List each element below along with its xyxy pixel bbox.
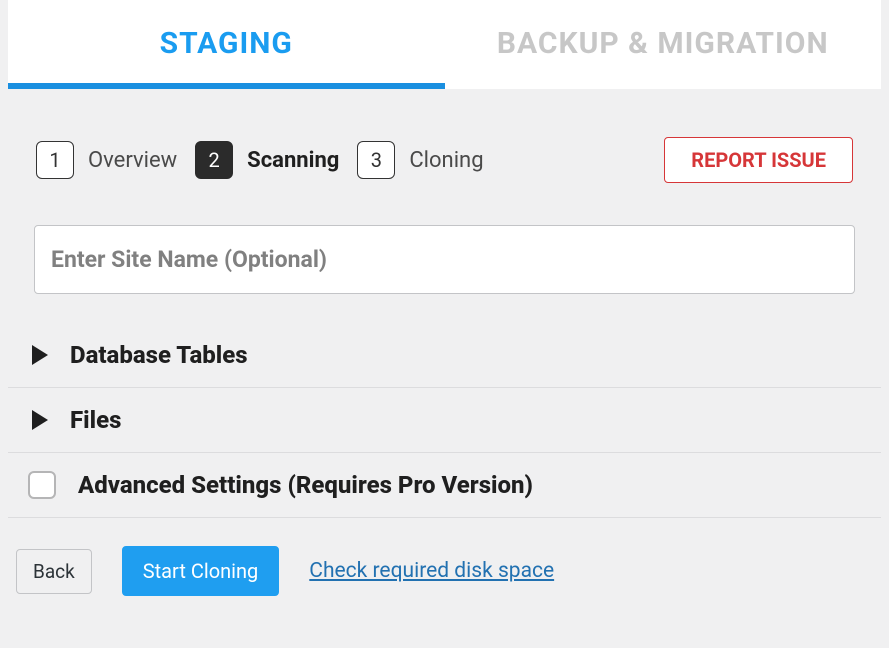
main-tabs: STAGING BACKUP & MIGRATION — [8, 0, 881, 89]
section-advanced-settings[interactable]: Advanced Settings (Requires Pro Version) — [8, 453, 881, 518]
tab-staging[interactable]: STAGING — [8, 0, 445, 89]
steps-wizard: 1 Overview 2 Scanning 3 Cloning — [36, 141, 484, 179]
start-cloning-button[interactable]: Start Cloning — [122, 546, 280, 596]
site-name-wrap — [8, 225, 881, 294]
step-scanning[interactable]: 2 Scanning — [195, 141, 339, 179]
check-disk-space-link[interactable]: Check required disk space — [309, 559, 554, 583]
step-label: Overview — [88, 148, 177, 173]
section-database-tables[interactable]: Database Tables — [8, 323, 881, 388]
back-button[interactable]: Back — [16, 549, 92, 594]
actions-row: Back Start Cloning Check required disk s… — [8, 518, 881, 596]
chevron-right-icon — [32, 345, 48, 365]
section-label: Advanced Settings (Requires Pro Version) — [78, 471, 533, 499]
section-label: Files — [70, 406, 121, 434]
step-overview[interactable]: 1 Overview — [36, 141, 177, 179]
step-label: Cloning — [409, 148, 483, 173]
tab-backup-migration[interactable]: BACKUP & MIGRATION — [445, 0, 882, 89]
step-number: 3 — [357, 141, 395, 179]
section-files[interactable]: Files — [8, 388, 881, 453]
step-number: 2 — [195, 141, 233, 179]
steps-row: 1 Overview 2 Scanning 3 Cloning REPORT I… — [8, 137, 881, 183]
step-label: Scanning — [247, 148, 339, 173]
step-number: 1 — [36, 141, 74, 179]
section-label: Database Tables — [70, 341, 248, 369]
site-name-input[interactable] — [34, 225, 855, 294]
accordion: Database Tables Files Advanced Settings … — [8, 322, 881, 518]
step-cloning[interactable]: 3 Cloning — [357, 141, 483, 179]
advanced-settings-checkbox[interactable] — [28, 471, 56, 499]
chevron-right-icon — [32, 410, 48, 430]
report-issue-button[interactable]: REPORT ISSUE — [664, 137, 853, 183]
